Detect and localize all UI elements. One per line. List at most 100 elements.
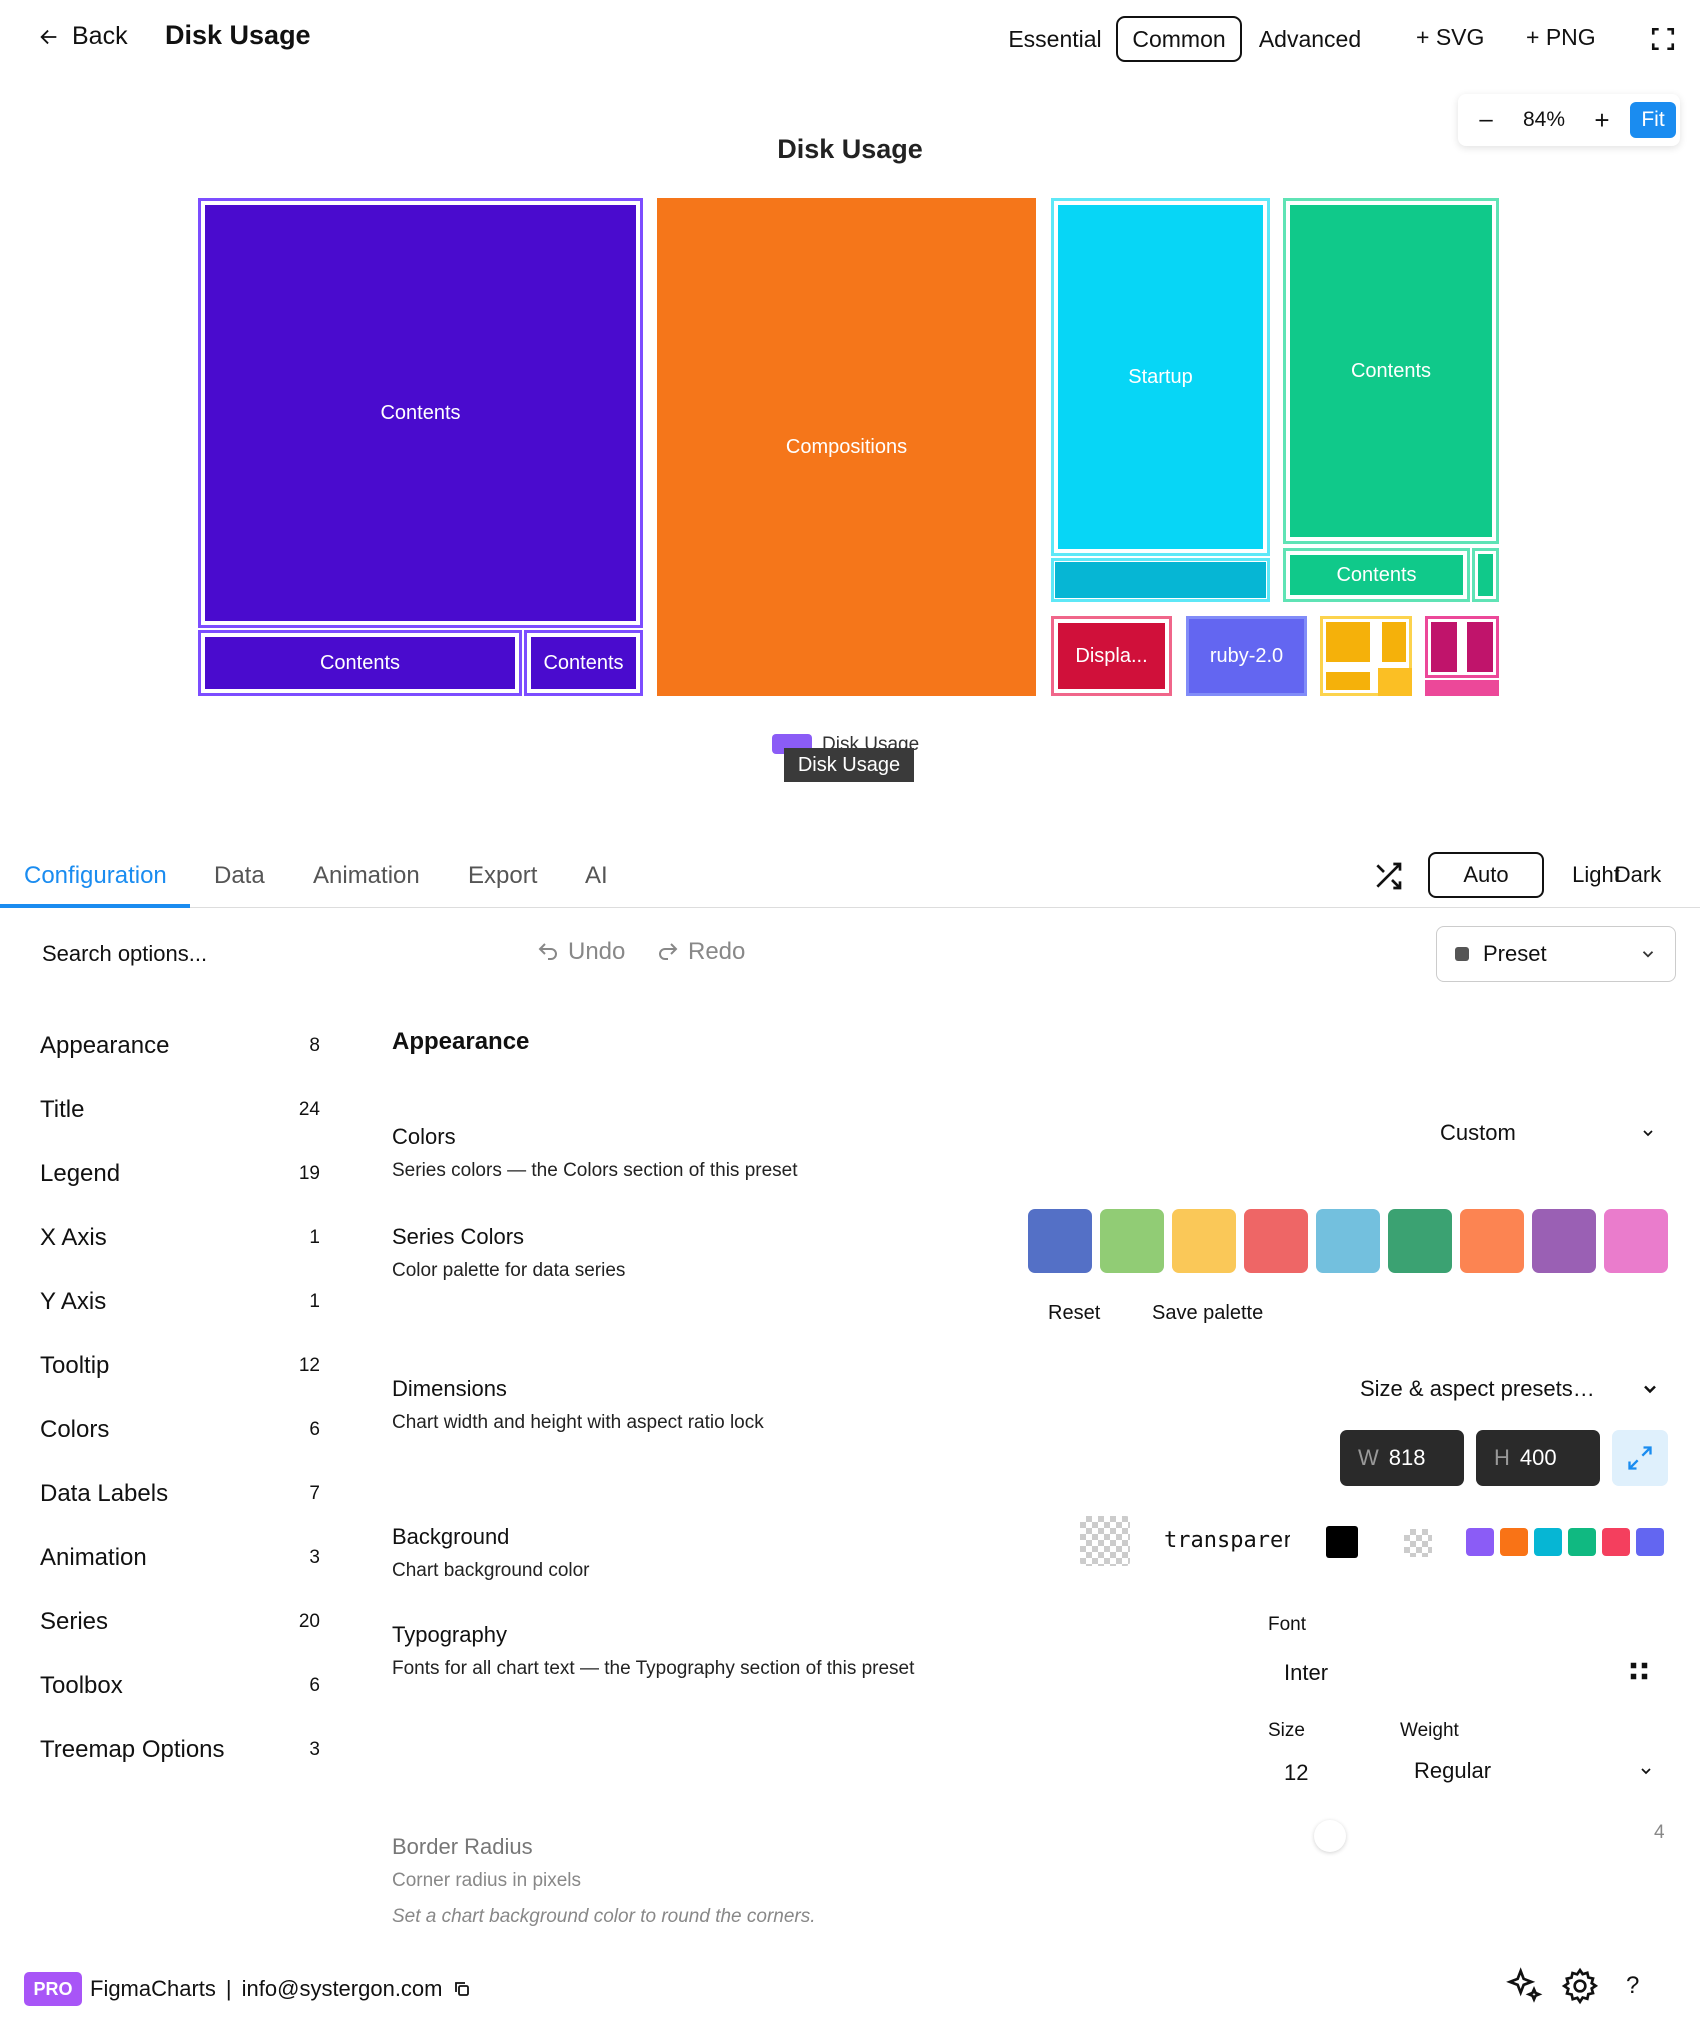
treemap-node[interactable]: Contents (1290, 555, 1463, 595)
treemap-node[interactable]: Contents (1290, 205, 1492, 537)
border-radius-hint: Set a chart background color to round th… (392, 1906, 816, 1927)
size-presets-label: Size & aspect presets… (1360, 1376, 1595, 1401)
treemap-node[interactable]: Displa... (1058, 623, 1165, 689)
sidebar-item-tooltip[interactable]: Tooltip 12 (40, 1352, 320, 1380)
redo-icon (659, 943, 678, 960)
search-input[interactable] (40, 940, 444, 968)
weight-label: Weight (1400, 1720, 1459, 1741)
brand-name: FigmaCharts (90, 1976, 216, 2001)
grid-icon[interactable] (1628, 1660, 1650, 1682)
treemap-node[interactable] (1431, 622, 1457, 672)
background-quick-swatch[interactable] (1568, 1528, 1596, 1556)
sidebar-item-colors[interactable]: Colors 6 (40, 1416, 320, 1444)
font-weight-select[interactable]: Regular (1414, 1758, 1654, 1784)
export-png-button[interactable]: + PNG (1526, 24, 1596, 51)
treemap-node[interactable] (1382, 622, 1406, 662)
sidebar-item-treemap-options[interactable]: Treemap Options 3 (40, 1736, 320, 1764)
aspect-lock-button[interactable] (1612, 1430, 1668, 1486)
mode-advanced[interactable]: Advanced (1250, 16, 1370, 62)
palette-swatch[interactable] (1460, 1209, 1524, 1273)
active-tab-indicator (0, 904, 190, 908)
size-presets-dropdown[interactable]: Size & aspect presets… (1360, 1376, 1660, 1402)
sidebar-item-legend[interactable]: Legend 19 (40, 1160, 320, 1188)
shuffle-icon[interactable] (1372, 860, 1404, 892)
background-quick-swatch[interactable] (1534, 1528, 1562, 1556)
dimensions-desc: Chart width and height with aspect ratio… (392, 1412, 764, 1433)
typography-label: Typography (392, 1622, 507, 1647)
palette-swatch[interactable] (1100, 1209, 1164, 1273)
treemap-node[interactable]: ruby-2.0 (1186, 616, 1307, 696)
border-radius-slider-thumb[interactable] (1314, 1820, 1346, 1852)
reset-palette-button[interactable]: Reset (1048, 1302, 1100, 1325)
treemap-node[interactable] (1326, 672, 1370, 690)
font-size-input[interactable]: 12 (1284, 1760, 1308, 1786)
preset-swatch (1455, 947, 1469, 961)
palette-swatch[interactable] (1244, 1209, 1308, 1273)
background-color-swatch[interactable] (1080, 1516, 1130, 1566)
tab-configuration[interactable]: Configuration (24, 862, 167, 890)
copy-icon[interactable] (453, 1980, 471, 1998)
sidebar-item-animation[interactable]: Animation 3 (40, 1544, 320, 1572)
back-button[interactable]: Back (38, 22, 128, 51)
export-svg-button[interactable]: + SVG (1416, 24, 1484, 51)
sidebar-item-series[interactable]: Series 20 (40, 1608, 320, 1636)
mode-common[interactable]: Common (1116, 16, 1242, 62)
treemap-node[interactable] (1326, 622, 1370, 662)
sidebar-item-toolbox[interactable]: Toolbox 6 (40, 1672, 320, 1700)
sparkles-icon[interactable] (1504, 1966, 1544, 2006)
zoom-out-button[interactable]: – (1458, 106, 1514, 134)
treemap-node[interactable] (1055, 562, 1266, 598)
treemap-node[interactable] (1478, 554, 1493, 596)
background-quick-swatch[interactable] (1466, 1528, 1494, 1556)
undo-button[interactable]: Undo (536, 938, 625, 966)
theme-auto[interactable]: Auto (1428, 852, 1544, 898)
palette-swatch[interactable] (1532, 1209, 1596, 1273)
treemap-node[interactable] (1425, 680, 1499, 696)
width-input[interactable]: W 818 (1340, 1430, 1464, 1486)
undo-label: Undo (568, 938, 626, 965)
treemap-node[interactable] (1467, 622, 1493, 672)
preset-dropdown[interactable]: Preset (1436, 926, 1676, 982)
redo-button[interactable]: Redo (656, 938, 745, 966)
treemap-node[interactable]: Contents (205, 205, 636, 621)
theme-dark[interactable]: Dark (1610, 852, 1666, 898)
border-radius-value: 4 (1654, 1822, 1665, 1843)
save-palette-button[interactable]: Save palette (1152, 1302, 1263, 1325)
background-quick-swatch[interactable] (1500, 1528, 1528, 1556)
treemap-node[interactable]: Contents (205, 637, 515, 689)
treemap-node[interactable]: Compositions (657, 198, 1036, 696)
font-label: Font (1268, 1614, 1307, 1635)
tab-export[interactable]: Export (468, 862, 537, 890)
treemap-node[interactable] (1378, 668, 1412, 696)
zoom-in-button[interactable]: + (1574, 105, 1630, 136)
tab-animation[interactable]: Animation (313, 862, 420, 890)
palette-swatch[interactable] (1388, 1209, 1452, 1273)
gear-icon[interactable] (1560, 1966, 1600, 2006)
zoom-fit-button[interactable]: Fit (1630, 102, 1676, 138)
sidebar-item-appearance[interactable]: Appearance 8 (40, 1032, 320, 1060)
contact-email[interactable]: info@systergon.com (242, 1976, 443, 2002)
palette-swatch[interactable] (1604, 1209, 1668, 1273)
sidebar-item-data-labels[interactable]: Data Labels 7 (40, 1480, 320, 1508)
sidebar-item-title[interactable]: Title 24 (40, 1096, 320, 1124)
mode-essential[interactable]: Essential (996, 16, 1114, 62)
treemap-node[interactable]: Startup (1058, 205, 1263, 549)
tab-ai[interactable]: AI (585, 862, 608, 890)
help-icon[interactable]: ? (1626, 1972, 1639, 2000)
palette-swatch[interactable] (1172, 1209, 1236, 1273)
palette-swatch[interactable] (1028, 1209, 1092, 1273)
background-color-input[interactable]: transparent (1164, 1528, 1290, 1553)
height-input[interactable]: H 400 (1476, 1430, 1600, 1486)
fullscreen-icon[interactable] (1650, 26, 1676, 52)
background-transparent-swatch[interactable] (1404, 1529, 1432, 1557)
treemap-node[interactable]: Contents (531, 637, 636, 689)
font-select[interactable]: Inter (1284, 1660, 1328, 1686)
palette-swatch[interactable] (1316, 1209, 1380, 1273)
sidebar-item-x-axis[interactable]: X Axis 1 (40, 1224, 320, 1252)
tab-data[interactable]: Data (214, 862, 265, 890)
background-quick-swatch[interactable] (1602, 1528, 1630, 1556)
sidebar-item-y-axis[interactable]: Y Axis 1 (40, 1288, 320, 1316)
colors-select[interactable]: Custom (1440, 1120, 1656, 1146)
background-quick-swatch[interactable] (1636, 1528, 1664, 1556)
background-black-swatch[interactable] (1326, 1526, 1358, 1558)
